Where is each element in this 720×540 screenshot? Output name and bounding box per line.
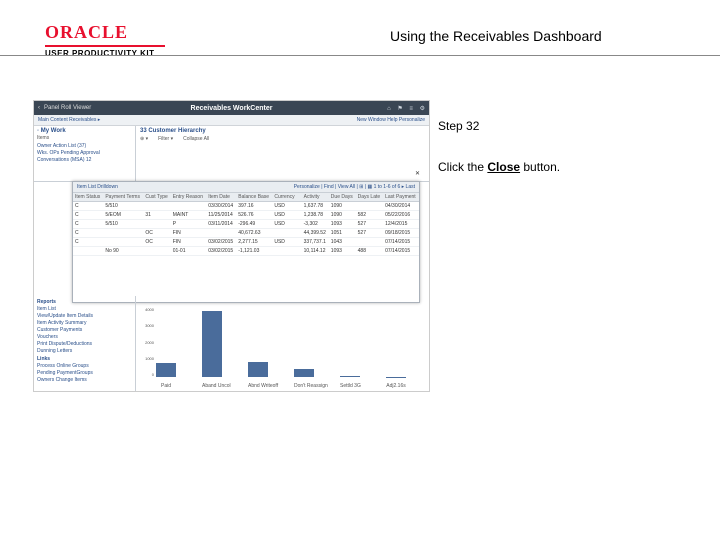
toolbar-right[interactable]: New Window Help Personalize: [357, 117, 425, 123]
embedded-app-screenshot: ‹ Panel Roll Viewer Receivables WorkCent…: [33, 100, 430, 392]
chart-xaxis: Paid Aband Uncol Abnd Writeoff Don't Reassi…: [156, 383, 416, 389]
reports-header: Reports: [37, 299, 132, 305]
popup-title: Item List Drilldown: [77, 184, 118, 190]
table-row[interactable]: C5/51003/30/2014397.16USD1,637.78109004/…: [73, 202, 419, 211]
table-row[interactable]: C5/510P03/11/2014-296.49USD-3,3021093527…: [73, 220, 419, 229]
report-link[interactable]: Dunning Letters: [37, 348, 132, 354]
brand-logo: ORACLE: [45, 22, 165, 43]
table-row[interactable]: C5/EOM31MAINT11/25/2014526.76USD1,238.78…: [73, 211, 419, 220]
filter-dropdown[interactable]: Filter ▾: [158, 136, 173, 142]
table-header: Item Date: [206, 193, 236, 202]
table-header: Payment Terms: [103, 193, 143, 202]
table-header: Due Days: [329, 193, 356, 202]
chart-bar: [248, 362, 268, 377]
table-header: Entry Reason: [171, 193, 207, 202]
list-item[interactable]: Wks. OPs Pending Approval: [37, 150, 132, 156]
home-icon[interactable]: ⌂: [387, 106, 391, 112]
nav-link[interactable]: Process Online Groups: [37, 363, 132, 369]
gear-icon[interactable]: ⚙: [420, 106, 425, 112]
popup-header: Item List Drilldown Personalize | Find |…: [73, 182, 419, 193]
instruction-post: button.: [520, 160, 560, 174]
chart-xlabel: Settld 3G: [340, 383, 360, 389]
nav-link[interactable]: Pending PaymentGroups: [37, 370, 132, 376]
back-icon[interactable]: ‹: [38, 105, 40, 111]
app-bar: ‹ Panel Roll Viewer Receivables WorkCent…: [34, 101, 429, 115]
report-link[interactable]: Item Activity Summary: [37, 320, 132, 326]
hierarchy-header: 33 Customer Hierarchy: [140, 128, 425, 134]
chart-bar: [340, 376, 360, 377]
table-row[interactable]: COCFIN40,672.6344,399.52105152709/18/201…: [73, 229, 419, 238]
instruction-pre: Click the: [438, 160, 487, 174]
report-link[interactable]: Item List: [37, 306, 132, 312]
status-bar-chart: [156, 307, 416, 377]
chart-xlabel: Don't Reassign: [294, 383, 314, 389]
table-row[interactable]: No 9001-0103/02/2015-1,121.0310,114.1210…: [73, 247, 419, 256]
brand-block: ORACLE USER PRODUCTIVITY KIT: [45, 22, 165, 58]
links-header: Links: [37, 356, 132, 362]
page-title: Using the Receivables Dashboard: [390, 28, 602, 44]
report-link[interactable]: Vouchers: [37, 334, 132, 340]
report-link[interactable]: View/Update Item Details: [37, 313, 132, 319]
chart-xlabel: Adj2.16s: [386, 383, 406, 389]
popup-controls: ✕: [415, 170, 420, 177]
lower-area: Reports Item ListView/Update Item Detail…: [34, 296, 429, 391]
table-header: Last Payment: [383, 193, 419, 202]
nav-link[interactable]: Owners Change Items: [37, 377, 132, 383]
chart-xlabel: Paid: [156, 383, 176, 389]
chart-yaxis: 40003000200010000: [138, 307, 154, 377]
table-header: Activity: [302, 193, 329, 202]
mywork-list: Owner Action List (37) Wks. OPs Pending …: [37, 143, 132, 163]
chart-xlabel: Aband Uncol: [202, 383, 222, 389]
brand-divider: [45, 45, 165, 47]
report-link[interactable]: Print Dispute/Deductions: [37, 341, 132, 347]
mywork-header[interactable]: ◦ My Work: [37, 128, 132, 134]
menu-icon[interactable]: ≡: [409, 106, 413, 112]
collapse-all[interactable]: Collapse All: [183, 136, 209, 142]
chart-bar: [202, 311, 222, 377]
drilldown-table: Item StatusPayment TermsCust TypeEntry R…: [73, 193, 419, 256]
chart-bar: [156, 363, 176, 377]
instruction-panel: Step 32 Click the Close button.: [438, 118, 560, 176]
chart-area: 40003000200010000 Paid Aband Uncol Abnd Wr…: [136, 296, 429, 391]
right-pane: 33 Customer Hierarchy ⊕ ▾ Filter ▾ Colla…: [136, 126, 429, 181]
left-section: Items: [37, 135, 132, 141]
table-row[interactable]: COCFIN03/02/20152,277.15USD337,737.11043…: [73, 238, 419, 247]
filter-add[interactable]: ⊕ ▾: [140, 136, 148, 142]
left-pane: ◦ My Work Items Owner Action List (37) W…: [34, 126, 136, 181]
appbar-icons: ⌂ ⚑ ≡ ⚙: [382, 105, 425, 112]
table-header: Balance Base: [236, 193, 272, 202]
breadcrumb[interactable]: Main Content Receivables ▸: [38, 117, 100, 123]
workcenter-panes: ◦ My Work Items Owner Action List (37) W…: [34, 126, 429, 182]
table-header: Currency: [272, 193, 297, 202]
lower-left-nav: Reports Item ListView/Update Item Detail…: [34, 296, 136, 391]
header-rule: [0, 55, 720, 56]
table-header: Cust Type: [143, 193, 170, 202]
instruction-text: Click the Close button.: [438, 159, 560, 176]
toolbar: Main Content Receivables ▸ New Window He…: [34, 115, 429, 126]
list-item[interactable]: Conversations (MSA) 12: [37, 157, 132, 163]
table-header: Days Late: [356, 193, 383, 202]
brand-subtitle: USER PRODUCTIVITY KIT: [45, 49, 165, 58]
popup-pager[interactable]: Personalize | Find | View All | ⊞ | ▦ 1 …: [294, 184, 415, 190]
drilldown-popup: Item List Drilldown Personalize | Find |…: [72, 181, 420, 303]
close-button[interactable]: ✕: [415, 171, 420, 177]
list-item[interactable]: Owner Action List (37): [37, 143, 132, 149]
step-label: Step 32: [438, 118, 560, 135]
workcenter-title: Receivables WorkCenter: [191, 105, 273, 112]
chart-bar: [294, 369, 314, 377]
table-header: Item Status: [73, 193, 103, 202]
chart-xlabel: Abnd Writeoff: [248, 383, 268, 389]
flag-icon[interactable]: ⚑: [397, 106, 402, 112]
instruction-target: Close: [487, 160, 520, 174]
report-link[interactable]: Customer Payments: [37, 327, 132, 333]
